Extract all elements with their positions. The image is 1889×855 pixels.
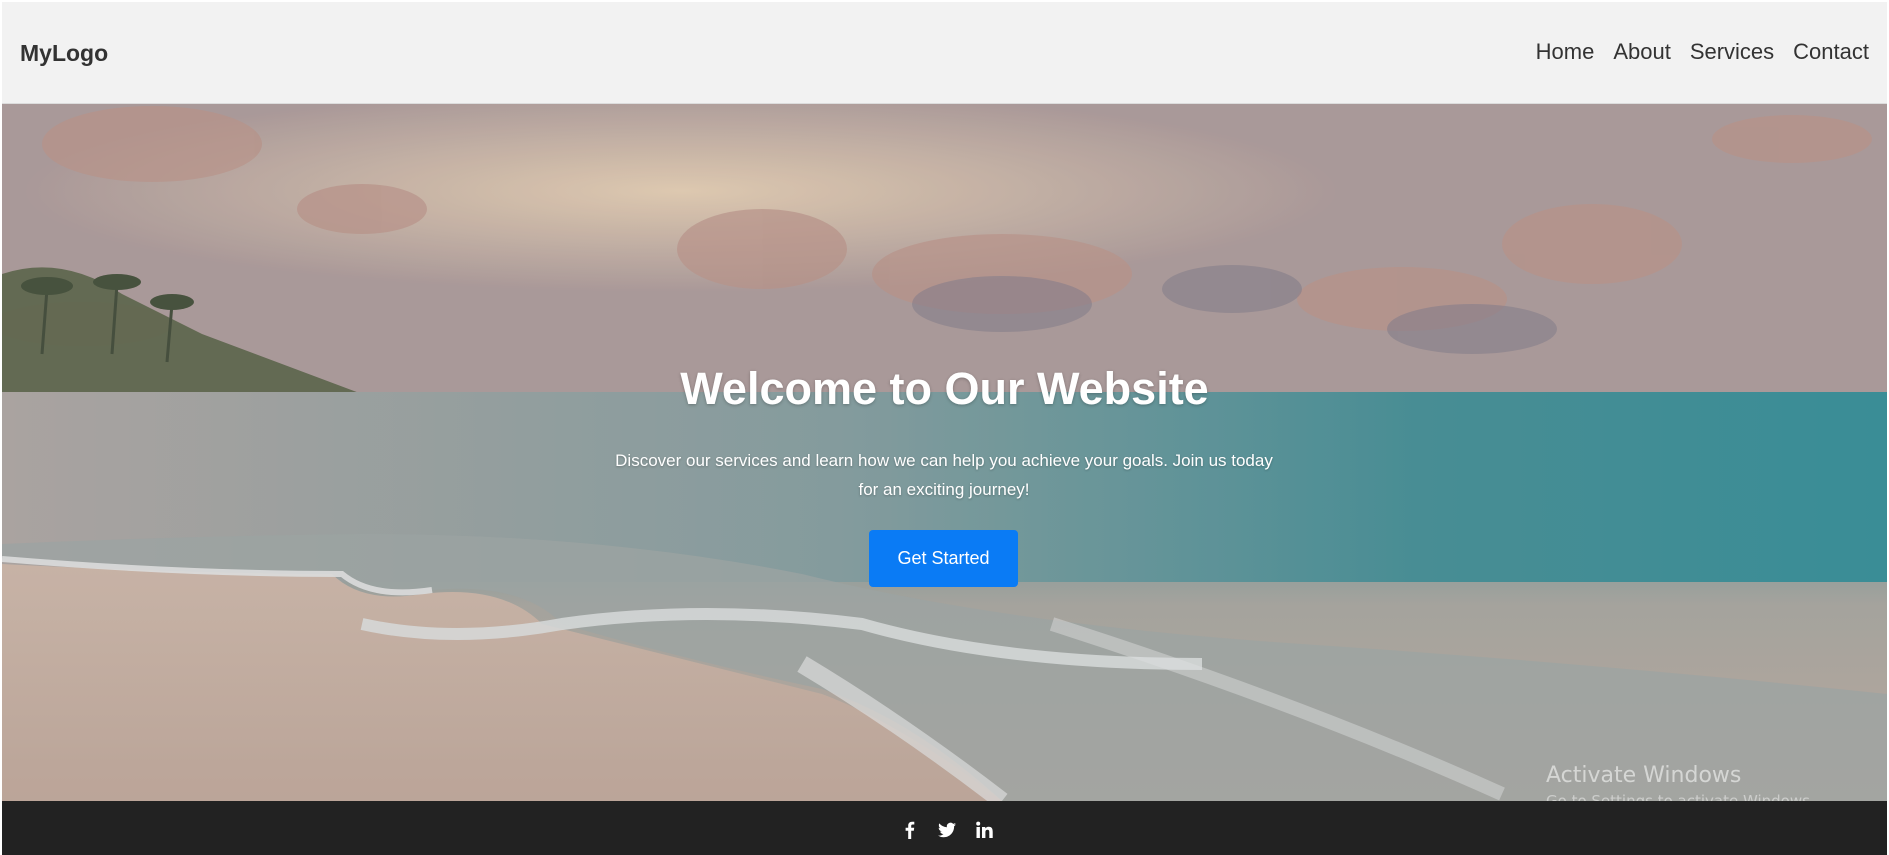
hero-title: Welcome to Our Website (680, 363, 1209, 414)
linkedin-icon[interactable] (974, 820, 994, 840)
site-footer (2, 801, 1887, 855)
twitter-icon[interactable] (937, 820, 957, 840)
nav-link-contact[interactable]: Contact (1793, 39, 1869, 65)
hero-content: Welcome to Our Website Discover our serv… (2, 104, 1887, 801)
site-header: MyLogo Home About Services Contact (2, 2, 1887, 104)
watermark-subtitle: Go to Settings to activate Windows. (1546, 792, 1815, 801)
page: MyLogo Home About Services Contact Welco… (2, 2, 1887, 855)
hero-subtitle: Discover our services and learn how we c… (615, 451, 1273, 499)
nav-link-about[interactable]: About (1613, 39, 1671, 65)
get-started-button[interactable]: Get Started (869, 530, 1018, 587)
facebook-icon[interactable] (900, 820, 920, 840)
social-links (900, 820, 994, 840)
hero-section: Welcome to Our Website Discover our serv… (2, 104, 1887, 801)
main-nav: Home About Services Contact (1536, 39, 1869, 65)
nav-link-home[interactable]: Home (1536, 39, 1595, 65)
nav-link-services[interactable]: Services (1690, 39, 1774, 65)
activate-windows-watermark: Activate Windows Go to Settings to activ… (1546, 762, 1815, 801)
logo[interactable]: MyLogo (20, 40, 108, 66)
watermark-title: Activate Windows (1546, 763, 1742, 788)
